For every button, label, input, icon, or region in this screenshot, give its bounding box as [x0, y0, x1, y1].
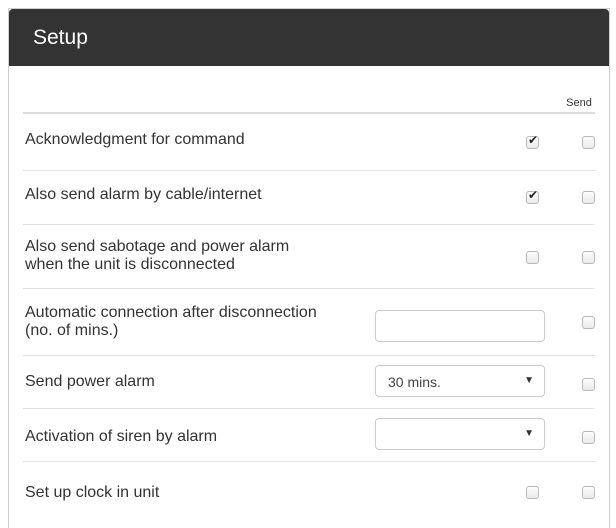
setting-label: Acknowledgment for command — [25, 131, 245, 148]
setting-row-acknowledgment: Acknowledgment for command ✔ — [23, 126, 595, 170]
setting-label: Send power alarm — [25, 373, 155, 390]
auto-connection-minutes-input[interactable] — [375, 310, 545, 342]
acknowledgment-checkbox[interactable]: ✔ — [526, 133, 539, 149]
setting-label-line2: (no. of mins.) — [25, 322, 119, 339]
caret-down-icon: ▼ — [524, 428, 534, 439]
siren-send-checkbox[interactable] — [582, 431, 595, 444]
sabotage-checkbox[interactable] — [526, 251, 539, 264]
send-column-header: Send — [566, 97, 592, 109]
alarm-cable-send-checkbox[interactable] — [582, 191, 595, 204]
setting-row-clock: Set up clock in unit — [23, 461, 595, 522]
auto-connection-send-checkbox[interactable] — [582, 316, 595, 329]
setting-label-line1: Automatic connection after disconnection — [25, 304, 317, 321]
select-value: 30 mins. — [388, 374, 441, 390]
caret-down-icon: ▼ — [524, 375, 534, 386]
power-alarm-select[interactable]: 30 mins. ▼ — [375, 365, 545, 397]
check-icon: ✔ — [528, 188, 539, 202]
clock-checkbox[interactable] — [526, 486, 539, 499]
setting-label-line2: when the unit is disconnected — [25, 256, 235, 273]
setting-label: Activation of siren by alarm — [25, 428, 218, 445]
header-divider — [23, 112, 595, 114]
power-alarm-send-checkbox[interactable] — [582, 378, 595, 391]
siren-select[interactable]: ▼ — [375, 418, 545, 450]
sabotage-send-checkbox[interactable] — [582, 251, 595, 264]
check-icon: ✔ — [528, 133, 539, 147]
setup-panel: Setup Send Acknowledgment for command ✔ … — [8, 8, 610, 528]
setting-row-sabotage: Also send sabotage and power alarm when … — [23, 224, 595, 289]
setting-row-auto-connection: Automatic connection after disconnection… — [23, 288, 595, 356]
setting-row-power-alarm: Send power alarm 30 mins. ▼ — [23, 355, 595, 409]
acknowledgment-send-checkbox[interactable] — [582, 136, 595, 149]
panel-title: Setup — [33, 26, 88, 49]
panel-header: Setup — [9, 9, 609, 66]
setting-row-siren: Activation of siren by alarm ▼ — [23, 408, 595, 462]
setting-row-alarm-cable: Also send alarm by cable/internet ✔ — [23, 170, 595, 225]
setting-label: Also send alarm by cable/internet — [25, 186, 262, 203]
clock-send-checkbox[interactable] — [582, 486, 595, 499]
alarm-cable-checkbox[interactable]: ✔ — [526, 188, 539, 204]
setting-label: Set up clock in unit — [25, 484, 160, 501]
setting-label-line1: Also send sabotage and power alarm — [25, 238, 290, 255]
